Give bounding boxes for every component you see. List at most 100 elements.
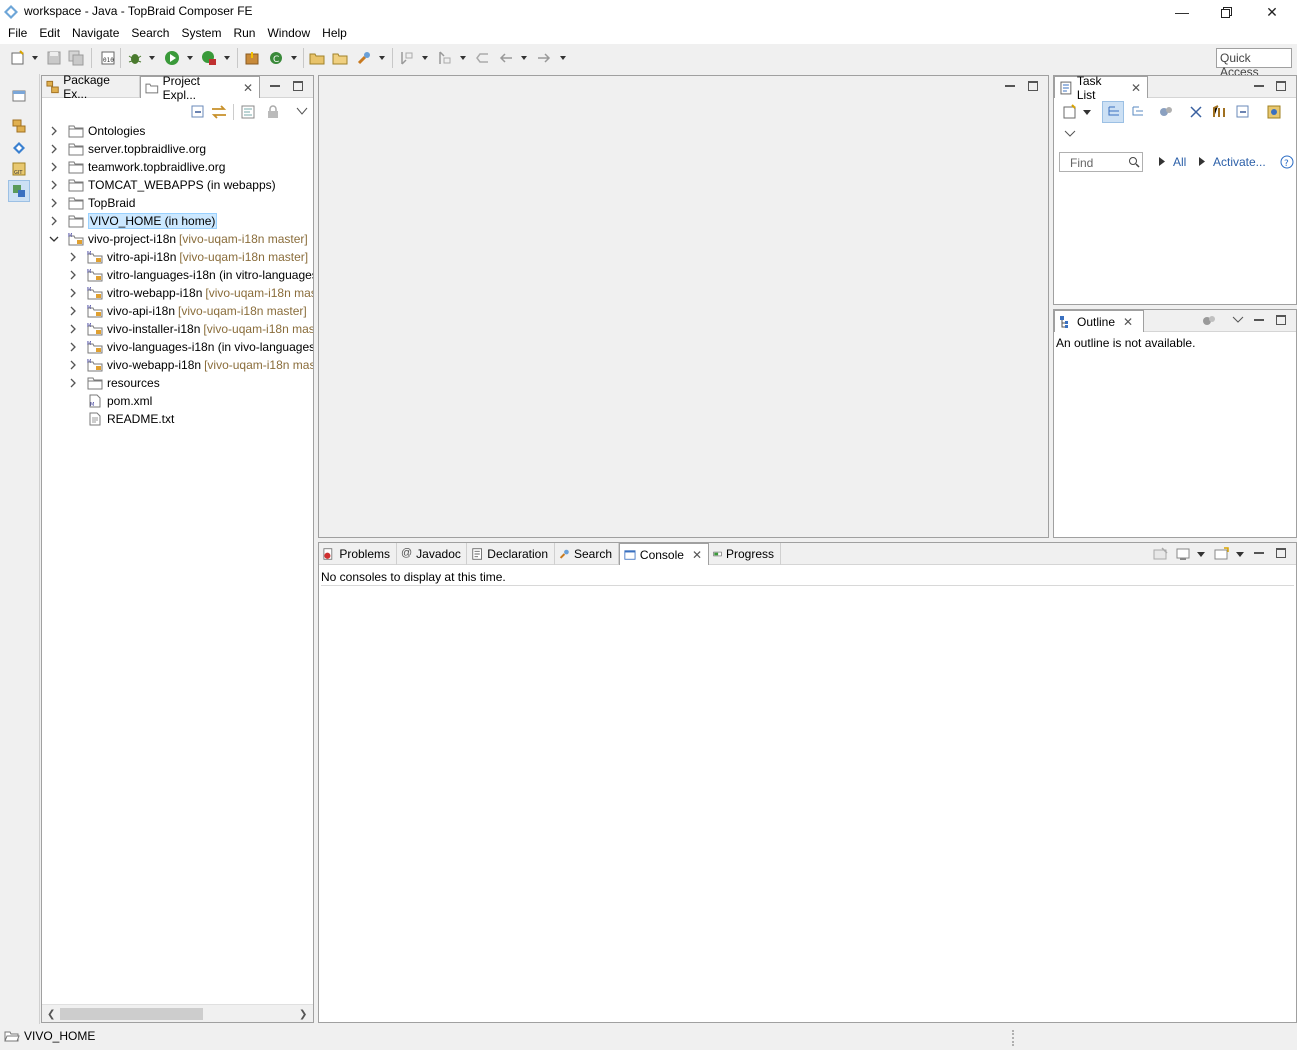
find-task-input[interactable]: Find (1059, 152, 1143, 172)
menu-system[interactable]: System (176, 24, 228, 44)
outline-view-menu-icon[interactable] (1232, 316, 1244, 324)
editor-minimize-icon[interactable] (1005, 81, 1015, 91)
tab-task-list[interactable]: Task List ✕ (1054, 74, 1148, 102)
tab-progress[interactable]: Progress (709, 543, 781, 565)
tab-declaration[interactable]: Declaration (467, 543, 555, 565)
tree-item[interactable]: Mvitro-languages-i18n (in vitro-language… (68, 266, 313, 284)
menu-window[interactable]: Window (262, 24, 317, 44)
activate-link[interactable]: Activate... (1213, 155, 1266, 169)
forward-dropdown-icon[interactable] (560, 56, 566, 60)
hide-completed-icon[interactable] (1188, 104, 1204, 120)
tree-item[interactable]: TopBraid (49, 194, 135, 212)
chevron-right-icon[interactable] (49, 216, 59, 226)
binary-icon[interactable]: 010 (100, 50, 116, 66)
chevron-down-icon[interactable] (49, 234, 59, 244)
link-with-editor-icon[interactable] (210, 104, 228, 120)
chevron-right-icon[interactable] (68, 270, 78, 280)
all-link[interactable]: All (1173, 155, 1186, 169)
external-tools-icon[interactable] (201, 50, 217, 66)
chevron-right-icon[interactable] (68, 288, 78, 298)
minimize-view-icon[interactable] (1254, 81, 1264, 91)
search-tool-icon[interactable] (356, 50, 372, 66)
project-explorer-trim-icon[interactable] (11, 183, 27, 199)
chevron-right-icon[interactable] (49, 144, 59, 154)
restore-perspective-icon[interactable] (11, 88, 27, 104)
debug-icon[interactable] (127, 50, 143, 66)
open-console-icon[interactable] (1214, 547, 1230, 561)
package-explorer-trim-icon[interactable] (11, 118, 27, 134)
menu-file[interactable]: File (0, 24, 34, 44)
synchronize-icon[interactable] (1211, 104, 1227, 120)
tree-item[interactable]: README.txt (68, 410, 174, 428)
tree-item[interactable]: VIVO_HOME (in home) (49, 212, 218, 230)
new-task-icon[interactable] (1062, 104, 1078, 120)
chevron-right-icon[interactable] (49, 198, 59, 208)
menu-edit[interactable]: Edit (34, 24, 67, 44)
open-console-dropdown-icon[interactable] (1236, 552, 1244, 557)
new-icon[interactable] (10, 50, 26, 66)
menu-navigate[interactable]: Navigate (67, 24, 126, 44)
tree-item[interactable]: Mvivo-api-i18n [vivo-uqam-i18n master] (68, 302, 307, 320)
display-console-icon[interactable] (1176, 547, 1192, 561)
menu-run[interactable]: Run (228, 24, 262, 44)
run-dropdown-icon[interactable] (187, 56, 193, 60)
restore-button[interactable] (1203, 0, 1249, 24)
open-type-icon[interactable] (309, 50, 325, 66)
task-view-menu-icon[interactable] (1064, 130, 1076, 138)
tree-item[interactable]: Mvivo-installer-i18n[vivo-uqam-i18n mast… (68, 320, 313, 338)
close-tab-icon[interactable]: ✕ (1131, 81, 1141, 95)
tree-item[interactable]: Mvivo-webapp-i18n[vivo-uqam-i18n master] (68, 356, 313, 374)
tab-package-explorer[interactable]: Package Ex... (42, 73, 140, 101)
close-tab-icon[interactable]: ✕ (692, 548, 702, 562)
previous-annotation-icon[interactable] (436, 50, 452, 66)
new-dropdown-icon[interactable] (32, 56, 38, 60)
debug-dropdown-icon[interactable] (149, 56, 155, 60)
run-icon[interactable] (164, 50, 180, 66)
tab-javadoc[interactable]: @ Javadoc (397, 543, 467, 565)
lock-icon[interactable] (265, 104, 281, 120)
minimize-view-icon[interactable] (1254, 315, 1264, 325)
filter-icon[interactable] (240, 104, 256, 120)
focus-workweek-icon[interactable] (1158, 104, 1174, 120)
chevron-right-icon[interactable] (68, 378, 78, 388)
tab-project-explorer[interactable]: Project Expl... ✕ (140, 74, 260, 102)
external-tools-dropdown-icon[interactable] (224, 56, 230, 60)
last-edit-location-icon[interactable] (474, 50, 490, 66)
chevron-right-icon[interactable] (68, 252, 78, 262)
chevron-right-icon[interactable] (49, 162, 59, 172)
scroll-left-icon[interactable]: ❮ (47, 1009, 55, 1020)
minimize-button[interactable]: — (1159, 0, 1205, 24)
scrollbar-thumb[interactable] (60, 1008, 203, 1020)
maximize-view-icon[interactable] (1276, 315, 1286, 325)
view-menu-icon[interactable] (296, 106, 308, 116)
editor-maximize-icon[interactable] (1028, 81, 1038, 91)
chevron-right-icon[interactable] (49, 126, 59, 136)
open-task-icon[interactable] (332, 50, 348, 66)
tree-item[interactable]: Mvitro-api-i18n [vivo-uqam-i18n master] (68, 248, 308, 266)
tab-search[interactable]: Search (555, 543, 619, 565)
tree-item[interactable]: resources (68, 374, 160, 392)
back-icon[interactable] (498, 50, 514, 66)
tree-item[interactable]: Mvivo-project-i18n [vivo-uqam-i18n master… (49, 230, 308, 248)
tree-item[interactable]: teamwork.topbraidlive.org (49, 158, 225, 176)
display-console-dropdown-icon[interactable] (1197, 552, 1205, 557)
pin-console-icon[interactable] (1153, 547, 1169, 561)
tree-item[interactable]: Mvivo-languages-i18n (in vivo-languages) (68, 338, 313, 356)
close-window-button[interactable]: ✕ (1249, 0, 1295, 24)
new-java-package-icon[interactable] (244, 50, 260, 66)
type-hierarchy-trim-icon[interactable] (11, 140, 27, 156)
save-all-icon[interactable] (68, 50, 84, 66)
minimize-view-icon[interactable] (270, 81, 280, 91)
git-repositories-trim-icon[interactable]: GIT (11, 161, 27, 177)
tab-outline[interactable]: Outline ✕ (1054, 310, 1144, 332)
tree-item[interactable]: Mpom.xml (68, 392, 152, 410)
scheduled-icon[interactable] (1130, 104, 1146, 120)
close-tab-icon[interactable]: ✕ (1123, 315, 1133, 329)
previous-annotation-dropdown-icon[interactable] (460, 56, 466, 60)
new-class-icon[interactable]: C (268, 50, 284, 66)
maximize-view-icon[interactable] (1276, 548, 1286, 558)
next-annotation-dropdown-icon[interactable] (422, 56, 428, 60)
back-dropdown-icon[interactable] (521, 56, 527, 60)
scroll-right-icon[interactable]: ❯ (299, 1009, 307, 1020)
chevron-right-icon[interactable] (68, 360, 78, 370)
